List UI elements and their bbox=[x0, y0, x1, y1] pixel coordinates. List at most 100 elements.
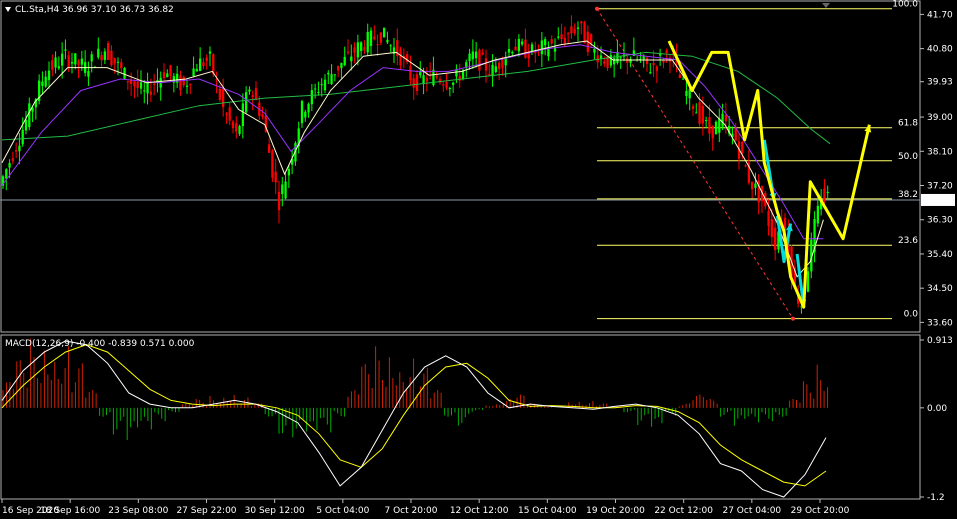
candle-body bbox=[359, 42, 363, 51]
candle-body bbox=[300, 101, 304, 124]
candle-body bbox=[74, 53, 77, 65]
candle-body bbox=[599, 55, 603, 59]
candle-body bbox=[281, 184, 284, 195]
candle-body bbox=[21, 130, 24, 145]
candle-body bbox=[54, 57, 57, 68]
candle-body bbox=[90, 54, 93, 62]
macd-title: MACD(12,26,9) -0.400 -0.839 0.571 0.000 bbox=[5, 339, 195, 349]
candle-body bbox=[120, 62, 123, 69]
candle-body bbox=[152, 83, 156, 85]
candle-body bbox=[507, 48, 511, 53]
fib-level-label: 38.2 bbox=[898, 190, 918, 200]
candle-body bbox=[313, 88, 317, 90]
candle-body bbox=[695, 112, 698, 114]
candle-body bbox=[816, 205, 820, 224]
candle-body bbox=[373, 36, 376, 40]
candle-body bbox=[110, 50, 113, 66]
candle-body bbox=[317, 92, 320, 94]
candle-body bbox=[662, 60, 665, 63]
x-tick-label: 12 Oct 12:00 bbox=[450, 506, 509, 516]
fib-level-label: 100.0 bbox=[892, 0, 918, 10]
candle-body bbox=[451, 82, 455, 85]
macd-y-tick-label: 0.00 bbox=[927, 404, 947, 414]
candle-body bbox=[123, 67, 126, 79]
candle-body bbox=[474, 51, 478, 59]
y-tick-label: 39.00 bbox=[927, 113, 953, 123]
candle-body bbox=[603, 61, 606, 64]
candle-body bbox=[573, 29, 576, 34]
candle-body bbox=[363, 47, 366, 51]
candle-body bbox=[103, 51, 107, 61]
candle-body bbox=[106, 43, 110, 60]
candle-body bbox=[389, 45, 392, 47]
candle-body bbox=[100, 55, 103, 61]
candle-body bbox=[24, 119, 28, 131]
candle-body bbox=[415, 74, 419, 92]
candle-body bbox=[399, 48, 402, 66]
candle-body bbox=[369, 30, 373, 46]
x-tick-label: 18 Sep 16:00 bbox=[40, 506, 100, 516]
candle-body bbox=[773, 227, 777, 250]
candle-body bbox=[448, 88, 452, 90]
y-tick-label: 34.50 bbox=[927, 284, 953, 294]
candle-body bbox=[225, 113, 228, 115]
candle-body bbox=[28, 103, 31, 128]
candle-body bbox=[701, 106, 705, 124]
candle-body bbox=[254, 88, 258, 100]
fib-level-label: 50.0 bbox=[898, 152, 918, 162]
candle-body bbox=[517, 38, 521, 52]
candle-body bbox=[750, 181, 754, 190]
candle-body bbox=[478, 49, 481, 71]
candle-body bbox=[179, 75, 182, 91]
candle-body bbox=[228, 107, 231, 121]
fib-anchor-point bbox=[791, 316, 795, 321]
candle-body bbox=[271, 150, 274, 178]
chart-background bbox=[0, 0, 957, 519]
candle-body bbox=[593, 48, 596, 53]
candle-body bbox=[681, 78, 685, 80]
candle-body bbox=[714, 121, 718, 135]
candle-body bbox=[241, 103, 245, 127]
fib-anchor-point bbox=[595, 6, 599, 11]
candle-body bbox=[274, 171, 277, 183]
candle-body bbox=[744, 165, 747, 167]
candle-body bbox=[698, 102, 701, 124]
candle-body bbox=[320, 84, 323, 86]
candle-body bbox=[511, 51, 514, 54]
candle-body bbox=[685, 90, 688, 97]
candle-body bbox=[166, 73, 169, 78]
candle-body bbox=[14, 149, 18, 152]
candle-body bbox=[5, 169, 8, 179]
x-tick-label: 27 Oct 04:00 bbox=[722, 506, 781, 516]
candle-body bbox=[514, 46, 517, 51]
candle-body bbox=[540, 40, 544, 55]
candle-body bbox=[589, 34, 593, 44]
candle-body bbox=[251, 95, 254, 98]
y-tick-label: 33.60 bbox=[927, 318, 953, 328]
candle-body bbox=[185, 85, 189, 87]
candle-body bbox=[616, 52, 619, 63]
candle-body bbox=[471, 51, 475, 60]
candle-body bbox=[248, 89, 251, 92]
candle-body bbox=[113, 57, 116, 64]
candle-body bbox=[422, 75, 425, 84]
candle-body bbox=[336, 65, 340, 71]
candle-body bbox=[18, 145, 21, 152]
candle-body bbox=[221, 89, 225, 108]
candle-body bbox=[520, 41, 524, 45]
candle-body bbox=[60, 53, 64, 66]
macd-y-tick-label: 0.913 bbox=[927, 336, 953, 346]
candle-body bbox=[770, 219, 774, 238]
candle-body bbox=[465, 62, 468, 67]
candle-body bbox=[307, 103, 310, 113]
candle-body bbox=[376, 44, 379, 46]
candle-body bbox=[126, 81, 130, 83]
candle-body bbox=[560, 34, 563, 40]
candle-body bbox=[57, 66, 61, 69]
candle-body bbox=[583, 22, 586, 44]
candle-body bbox=[366, 31, 369, 53]
candle-body bbox=[235, 123, 238, 132]
candle-body bbox=[823, 188, 826, 201]
x-tick-label: 19 Oct 20:00 bbox=[586, 506, 645, 516]
candle-body bbox=[346, 51, 350, 53]
